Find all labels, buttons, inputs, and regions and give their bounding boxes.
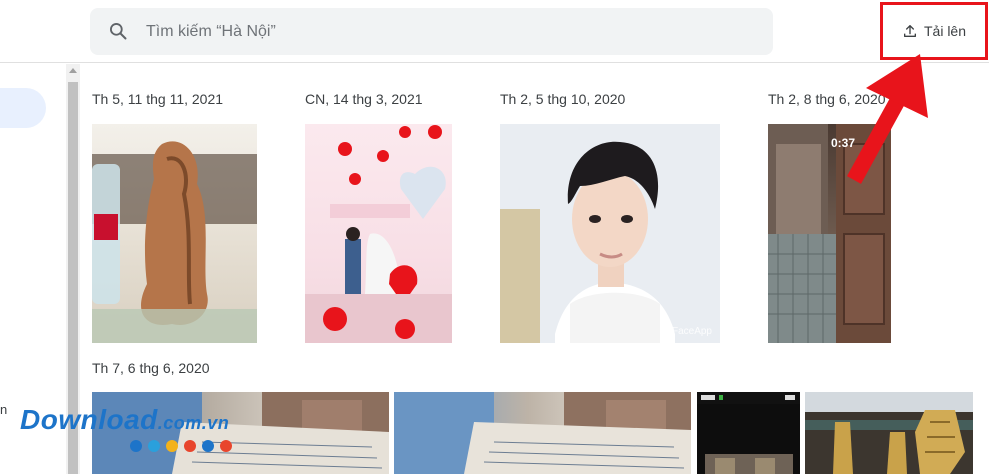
watermark-dot <box>130 440 142 452</box>
watermark-dot <box>148 440 160 452</box>
search-icon[interactable] <box>108 21 128 41</box>
date-heading: Th 2, 8 thg 6, 2020 <box>768 91 886 107</box>
photo-thumbnail[interactable] <box>394 392 691 474</box>
watermark-dot <box>220 440 232 452</box>
photo-doorway-art <box>768 124 891 343</box>
sidebar-item-selected[interactable] <box>0 88 46 128</box>
scroll-up-arrow-icon[interactable] <box>69 68 77 73</box>
video-thumbnail[interactable]: 0:37 <box>768 124 891 343</box>
search-bar[interactable] <box>90 8 773 55</box>
upload-button[interactable]: Tải lên <box>880 2 988 60</box>
date-heading: Th 2, 5 thg 10, 2020 <box>500 91 626 107</box>
watermark-dot <box>166 440 178 452</box>
photo-thumbnail[interactable] <box>805 392 973 474</box>
watermark-dots <box>130 440 232 452</box>
photo-watermark-text: FaceApp <box>671 326 712 337</box>
top-bar: Tải lên <box>0 0 989 63</box>
photo-thumbnail[interactable]: FaceApp <box>500 124 720 343</box>
watermark-suffix: .com.vn <box>157 413 230 433</box>
site-watermark: Download.com.vn <box>20 404 270 464</box>
photo-portrait-art <box>500 141 675 343</box>
search-input[interactable] <box>146 8 746 55</box>
photo-thumbnail[interactable] <box>92 124 257 343</box>
photo-wedding-art <box>305 125 452 343</box>
date-heading: Th 5, 11 thg 11, 2021 <box>92 91 224 107</box>
photo-paper-art <box>394 392 691 474</box>
upload-label: Tải lên <box>923 23 967 39</box>
video-duration-badge: 0:37 <box>831 136 856 150</box>
watermark-brand: Download.com.vn <box>20 404 229 436</box>
photo-carving-art <box>805 392 973 474</box>
date-heading: Th 7, 6 thg 6, 2020 <box>92 360 210 376</box>
watermark-brand-text: Download <box>20 404 158 435</box>
watermark-dot <box>202 440 214 452</box>
sidebar-item-label-partial[interactable]: n <box>0 402 7 417</box>
photo-phone-screen-art <box>697 392 800 474</box>
photo-thumbnail[interactable] <box>305 124 452 343</box>
photo-thumbnail[interactable] <box>697 392 800 474</box>
photo-statue-art <box>92 141 257 343</box>
date-heading: CN, 14 thg 3, 2021 <box>305 91 423 107</box>
watermark-dot <box>184 440 196 452</box>
upload-icon <box>903 25 916 37</box>
